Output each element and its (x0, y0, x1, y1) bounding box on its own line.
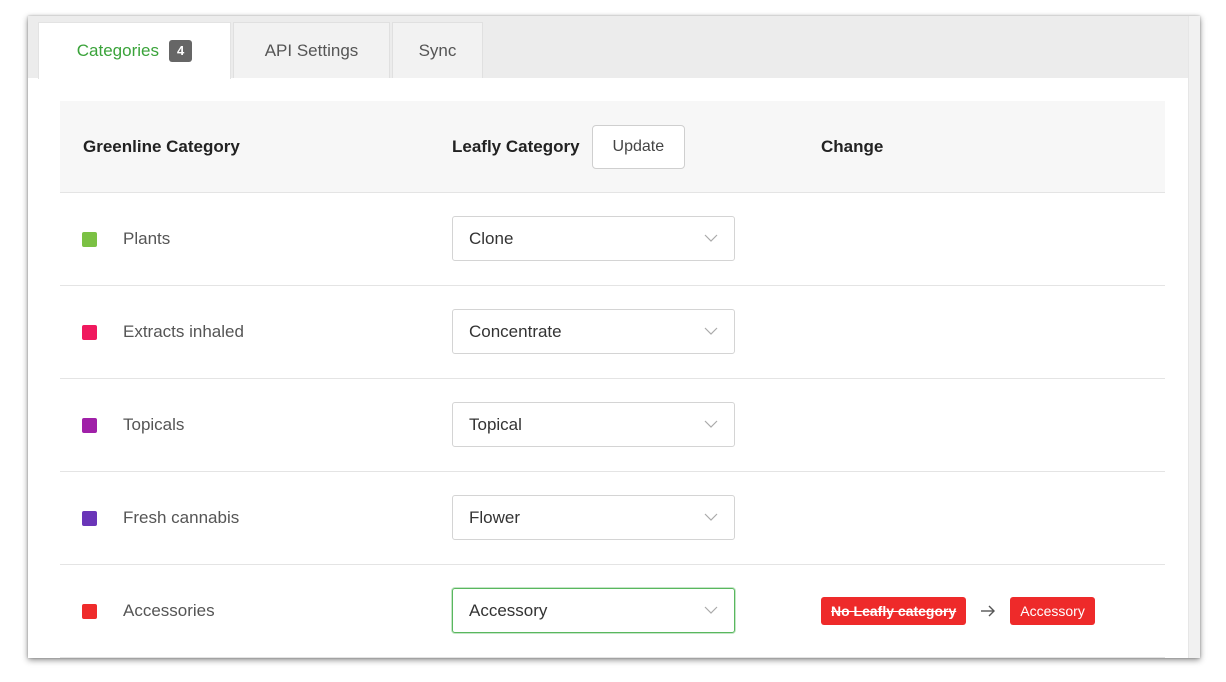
chevron-down-icon (704, 234, 718, 242)
table-row: Extracts inhaled Concentrate (60, 286, 1165, 379)
tab-bar: Categories 4 API Settings Sync (28, 16, 1188, 79)
greenline-category-name: Accessories (123, 601, 215, 620)
leafly-category-select[interactable]: Topical (452, 402, 735, 447)
chevron-down-icon (704, 606, 718, 614)
table-row: Accessories Accessory No Leafly category… (60, 565, 1165, 658)
table-row: Fresh cannabis Flower (60, 472, 1165, 565)
greenline-category-name: Fresh cannabis (123, 508, 240, 527)
leafly-category-select[interactable]: Accessory (452, 588, 735, 633)
categories-count-badge: 4 (168, 40, 193, 62)
table-header: Greenline Category Leafly Category Updat… (60, 101, 1165, 193)
greenline-category-name: Plants (123, 229, 171, 248)
tab-sync[interactable]: Sync (392, 22, 483, 78)
category-color-swatch (82, 511, 97, 526)
chevron-down-icon (704, 420, 718, 428)
table-row: Topicals Topical (60, 379, 1165, 472)
previous-category-badge: No Leafly category (821, 597, 967, 625)
category-color-swatch (82, 232, 97, 247)
tab-sync-label: Sync (418, 40, 457, 60)
scrollbar[interactable] (1188, 16, 1200, 658)
leafly-category-value: Flower (469, 507, 521, 527)
leafly-category-value: Accessory (469, 600, 548, 620)
chevron-down-icon (704, 327, 718, 335)
tab-api-settings-label: API Settings (264, 40, 359, 60)
leafly-category-header: Leafly Category (452, 136, 580, 156)
table-row: Plants Clone (60, 193, 1165, 286)
tab-api-settings[interactable]: API Settings (233, 22, 390, 78)
change-header: Change (821, 136, 884, 156)
new-category-badge: Accessory (1010, 597, 1095, 625)
greenline-category-header: Greenline Category (83, 136, 240, 156)
leafly-category-header-cell: Leafly Category Update (452, 101, 686, 192)
tab-categories-label: Categories (76, 41, 159, 60)
category-color-swatch (82, 418, 97, 433)
leafly-category-value: Topical (469, 414, 522, 434)
leafly-category-value: Concentrate (469, 321, 562, 341)
arrow-right-icon (980, 604, 996, 618)
chevron-down-icon (704, 513, 718, 521)
category-color-swatch (82, 325, 97, 340)
update-button[interactable]: Update (591, 124, 686, 169)
leafly-category-select[interactable]: Flower (452, 495, 735, 540)
leafly-category-select[interactable]: Concentrate (452, 309, 735, 354)
category-settings-panel: Categories 4 API Settings Sync Greenline… (28, 16, 1200, 658)
category-change-indicator: No Leafly category Accessory (821, 565, 1095, 657)
leafly-category-select[interactable]: Clone (452, 216, 735, 261)
leafly-category-value: Clone (469, 228, 514, 248)
category-color-swatch (82, 604, 97, 619)
greenline-category-name: Topicals (123, 415, 185, 434)
tab-categories[interactable]: Categories 4 (38, 22, 231, 79)
greenline-category-name: Extracts inhaled (123, 322, 244, 341)
category-mapping-table: Greenline Category Leafly Category Updat… (60, 101, 1165, 658)
